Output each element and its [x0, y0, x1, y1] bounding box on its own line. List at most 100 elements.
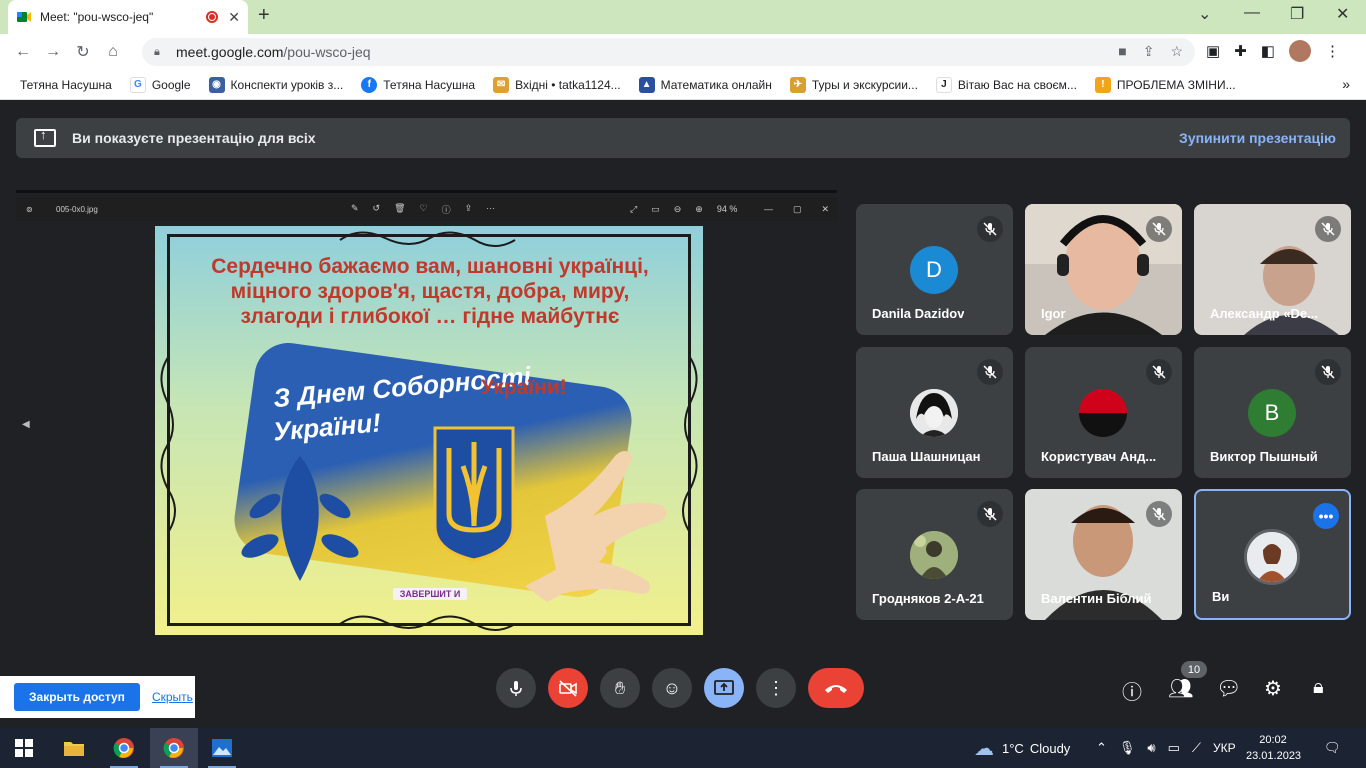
leave-call-button[interactable]: [808, 668, 864, 708]
minimize-icon[interactable]: —: [1244, 4, 1260, 22]
menu-kebab-icon[interactable]: ⋮: [1325, 42, 1340, 60]
avatar: [910, 531, 958, 579]
math-icon: ▲: [638, 76, 655, 93]
participant-tile[interactable]: Користувач Анд...: [1025, 347, 1182, 478]
reload-icon[interactable]: ↻: [68, 42, 98, 62]
time: 20:02: [1259, 734, 1287, 746]
fit-icon: ▭: [651, 203, 660, 214]
network-icon[interactable]: ⟋: [1192, 740, 1201, 756]
bookmark-item[interactable]: G Google: [129, 76, 191, 93]
participant-tile[interactable]: Александр «De...: [1194, 204, 1351, 335]
reactions-button[interactable]: ☺: [652, 668, 692, 708]
more-bookmarks-icon[interactable]: »: [1342, 76, 1350, 92]
camera-off-icon: [559, 680, 577, 697]
folder-icon: [64, 742, 84, 756]
taskbar-chrome-active[interactable]: [150, 728, 198, 768]
bookmark-item[interactable]: ✉ Вхідні • tatka1124...: [493, 76, 621, 93]
taskbar-chrome[interactable]: [100, 728, 148, 768]
bookmark-item[interactable]: ! ПРОБЛЕМА ЗМІНИ...: [1094, 76, 1236, 93]
tab-search-icon[interactable]: ⌄: [1198, 4, 1211, 24]
kebab-icon: ⋮: [767, 677, 785, 698]
present-button[interactable]: [704, 668, 744, 708]
browser-toolbar: ← → ↻ ⌂ 🔒︎ meet.google.com/pou-wsco-jeq …: [0, 34, 1366, 70]
hide-link[interactable]: Скрыть: [152, 690, 193, 704]
close-tab-icon[interactable]: ✕: [228, 9, 240, 26]
bookmark-item[interactable]: f Тетяна Насушна: [361, 76, 475, 93]
side-panel-icon[interactable]: ◧: [1261, 42, 1275, 60]
forward-icon[interactable]: →: [38, 43, 68, 61]
camera-blocked-icon[interactable]: ■: [1118, 43, 1126, 60]
stop-presenting-button[interactable]: Зупинити презентацію: [1179, 130, 1336, 146]
participant-name: Користувач Анд...: [1041, 449, 1157, 464]
microphone-button[interactable]: [496, 668, 536, 708]
participant-tile[interactable]: Валентин Біблий: [1025, 489, 1182, 620]
more-options-icon[interactable]: •••: [1313, 503, 1339, 529]
bookmark-star-icon[interactable]: ☆: [1170, 43, 1183, 60]
avatar: [1079, 389, 1127, 437]
bookmark-item[interactable]: ✈ Туры и экскурсии...: [789, 76, 918, 93]
taskbar-file-explorer[interactable]: [50, 728, 98, 768]
chat-icon[interactable]: 💬︎: [1216, 676, 1241, 701]
j-icon: J: [935, 76, 952, 93]
weather-widget[interactable]: ☁ 1°C Cloudy: [974, 728, 1070, 768]
raise-hand-button[interactable]: ✋︎: [600, 668, 640, 708]
host-controls-icon[interactable]: 🔒︎: [1313, 676, 1324, 699]
hands-illustration: [525, 451, 667, 602]
favorite-icon: ♡: [419, 202, 428, 213]
url-path: /pou-wsco-jeq: [283, 44, 371, 60]
start-button[interactable]: [0, 728, 48, 768]
bookmark-item[interactable]: Тетяна Насушна: [20, 78, 112, 92]
puzzle-icon[interactable]: ✚: [1234, 42, 1247, 60]
mic-icon: [510, 681, 522, 696]
tour-icon: ✈: [789, 76, 806, 93]
bookmark-item[interactable]: ◉ Конспекти уроків з...: [208, 76, 343, 93]
new-tab-icon[interactable]: +: [258, 4, 270, 27]
browser-tab[interactable]: Meet: "pou-wsco-jeq" ✕: [8, 0, 248, 34]
participant-tile[interactable]: Igor: [1025, 204, 1182, 335]
battery-icon[interactable]: ▭: [1168, 740, 1180, 756]
url-host: meet.google.com: [176, 44, 284, 60]
mic-off-icon: [977, 501, 1003, 527]
zoom-level: 94 %: [716, 203, 738, 214]
mic-off-icon: [1315, 216, 1341, 242]
microphone-tray-icon[interactable]: 🎙︎: [1119, 740, 1136, 756]
photos-icon: [212, 739, 232, 757]
clock[interactable]: 20:02 23.01.2023: [1246, 732, 1301, 764]
language-indicator[interactable]: УКР: [1213, 741, 1236, 755]
rotate-icon: ↺: [372, 202, 381, 213]
system-tray: ⌃ 🎙︎ 🔊︎ ▭ ⟋ УКР: [1096, 728, 1236, 768]
self-tile[interactable]: ••• Ви: [1194, 489, 1351, 620]
floral-ornament: [241, 456, 359, 581]
tab-strip: Meet: "pou-wsco-jeq" ✕ + ⌄ — ❐ ✕: [0, 0, 1366, 34]
cloud-icon: ☁: [974, 737, 994, 760]
participant-tile[interactable]: B Виктор Пышный: [1194, 347, 1351, 478]
home-icon[interactable]: ⌂: [98, 43, 128, 61]
chevron-up-icon[interactable]: ⌃: [1096, 740, 1107, 756]
participant-name: Александр «De...: [1210, 306, 1318, 321]
notifications-icon[interactable]: 🗨︎: [1324, 728, 1341, 768]
participant-tile[interactable]: Гродняков 2-А-21: [856, 489, 1013, 620]
back-icon[interactable]: ←: [8, 43, 38, 61]
address-bar[interactable]: 🔒︎ meet.google.com/pou-wsco-jeq ■ ⇪ ☆: [142, 38, 1195, 66]
participant-tile[interactable]: D Danila Dazidov: [856, 204, 1013, 335]
extension-icon[interactable]: ▣: [1206, 42, 1220, 60]
bookmark-item[interactable]: ▲ Математика онлайн: [638, 76, 772, 93]
camera-button[interactable]: [548, 668, 588, 708]
more-options-button[interactable]: ⋮: [756, 668, 796, 708]
taskbar-photos[interactable]: [198, 728, 246, 768]
volume-icon[interactable]: 🔊︎: [1147, 740, 1155, 756]
activities-icon[interactable]: ⚙︎: [1264, 676, 1282, 701]
participant-tile[interactable]: Паша Шашницан: [856, 347, 1013, 478]
meet-favicon-icon: [16, 9, 32, 25]
share-icon[interactable]: ⇪: [1143, 43, 1155, 60]
profile-avatar[interactable]: [1288, 40, 1311, 62]
more-icon: ···: [486, 202, 496, 213]
close-window-icon[interactable]: ✕: [1336, 4, 1349, 24]
people-icon[interactable]: 👥︎: [1168, 676, 1193, 701]
bookmark-item[interactable]: J Вітаю Вас на своєм...: [935, 76, 1077, 93]
restore-icon[interactable]: ❐: [1290, 4, 1304, 24]
close-access-button[interactable]: Закрыть доступ: [14, 683, 140, 711]
viewer-minimize-icon: —: [763, 203, 773, 214]
meeting-info-icon[interactable]: ⓘ: [1122, 676, 1142, 705]
mic-off-icon: [1146, 216, 1172, 242]
